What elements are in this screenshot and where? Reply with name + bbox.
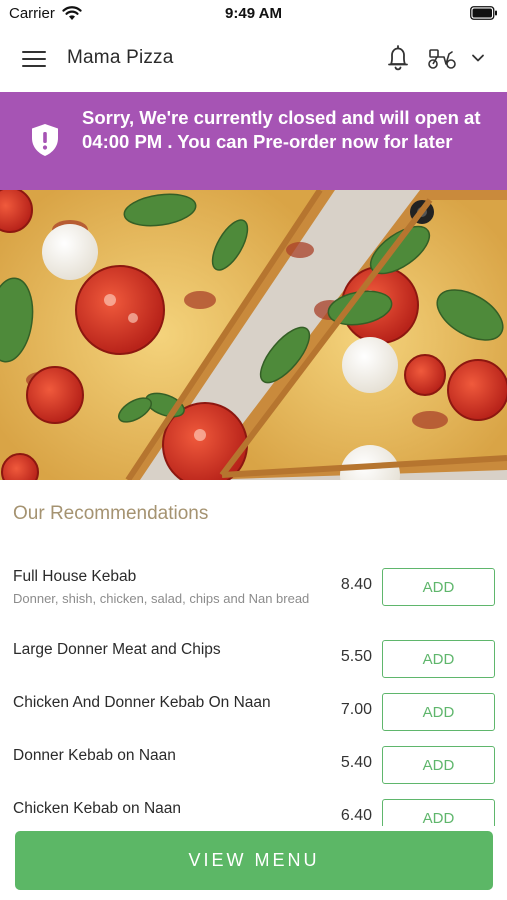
recommendations-list: Full House Kebab Donner, shish, chicken,…: [0, 560, 507, 826]
status-bar: Carrier 9:49 AM: [0, 0, 507, 28]
closed-message: Sorry, We're currently closed and will o…: [82, 107, 481, 152]
battery-icon: [470, 6, 497, 20]
shield-alert-icon: [32, 124, 58, 156]
item-name: Donner Kebab on Naan: [13, 747, 176, 764]
add-button[interactable]: ADD: [382, 799, 495, 826]
section-title: Our Recommendations: [13, 503, 209, 524]
bell-icon[interactable]: [386, 44, 410, 72]
item-name: Chicken And Donner Kebab On Naan: [13, 694, 271, 711]
item-price: 5.50: [340, 648, 372, 665]
pizza-hero-image: [0, 190, 507, 480]
item-price: 7.00: [340, 701, 372, 718]
scooter-icon[interactable]: [427, 46, 457, 70]
add-button[interactable]: ADD: [382, 640, 495, 678]
view-menu-button[interactable]: VIEW MENU: [15, 831, 493, 890]
chevron-down-icon[interactable]: [470, 50, 486, 66]
app-header: Mama Pizza: [0, 28, 507, 92]
item-price: 6.40: [340, 807, 372, 824]
add-button[interactable]: ADD: [382, 568, 495, 606]
add-button[interactable]: ADD: [382, 693, 495, 731]
item-price: 5.40: [340, 754, 372, 771]
status-time: 9:49 AM: [225, 5, 282, 22]
closed-banner: Sorry, We're currently closed and will o…: [0, 92, 507, 190]
item-description: Donner, shish, chicken, salad, chips and…: [13, 591, 310, 606]
item-name: Full House Kebab: [13, 568, 137, 585]
item-name: Large Donner Meat and Chips: [13, 641, 221, 658]
hamburger-icon[interactable]: [22, 50, 46, 68]
item-name: Chicken Kebab on Naan: [13, 800, 182, 817]
page-title: Mama Pizza: [67, 47, 174, 68]
add-button[interactable]: ADD: [382, 746, 495, 784]
item-price: 8.40: [340, 576, 372, 593]
